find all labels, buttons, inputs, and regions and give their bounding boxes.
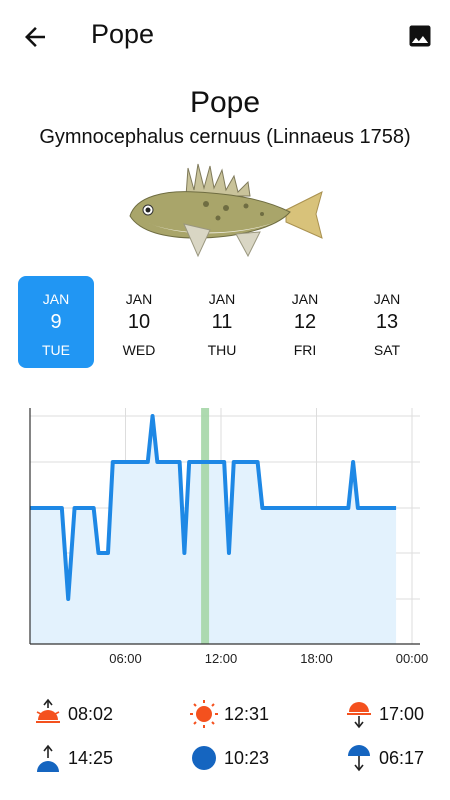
day-month: JAN [42, 291, 70, 307]
sun-icon [190, 700, 218, 728]
day-weekday: SAT [373, 342, 401, 358]
day-tab-4[interactable]: JAN 13 SAT [349, 276, 425, 368]
day-weekday: WED [122, 342, 156, 358]
day-tab-2[interactable]: JAN 11 THU [184, 276, 260, 368]
day-weekday: THU [207, 342, 237, 358]
day-tab-0[interactable]: JAN 9 TUE [18, 276, 94, 368]
day-tab-1[interactable]: JAN 10 WED [101, 276, 177, 368]
day-weekday: TUE [42, 342, 70, 358]
sunset-time: 17:00 [379, 704, 425, 724]
day-month: JAN [208, 291, 236, 307]
day-month: JAN [373, 291, 401, 307]
day-weekday: FRI [293, 342, 317, 358]
day-selector: JAN 9 TUE JAN 10 WED JAN 11 THU JAN 12 F… [18, 276, 432, 368]
image-icon[interactable] [406, 22, 434, 50]
day-month: JAN [291, 291, 319, 307]
activity-chart: 06:00 12:00 18:00 00:00 [29, 408, 429, 666]
moonrise-time: 14:25 [68, 748, 114, 768]
day-number: 9 [50, 311, 62, 333]
species-scientific-name: Gymnocephalus cernuus (Linnaeus 1758) [39, 126, 411, 148]
solar-noon-time: 12:31 [224, 704, 270, 724]
x-tick-label: 00:00 [396, 651, 429, 666]
x-tick-label: 12:00 [205, 651, 238, 666]
day-number: 10 [127, 311, 151, 333]
x-tick-label: 18:00 [300, 651, 333, 666]
arrow-back-icon[interactable] [20, 22, 50, 52]
current-time-marker [201, 408, 210, 644]
moon-icon [192, 746, 216, 770]
moonset-icon [348, 745, 370, 772]
species-name: Pope [189, 86, 261, 119]
sunrise-time: 08:02 [68, 704, 114, 724]
day-number: 12 [293, 311, 317, 333]
moonrise-icon [37, 744, 59, 772]
sun-times-row: 08:02 12:31 17:00 [0, 694, 450, 734]
sunset-icon [347, 702, 371, 729]
app-bar: Pope [0, 0, 450, 72]
day-tab-3[interactable]: JAN 12 FRI [267, 276, 343, 368]
fish-illustration [129, 163, 323, 258]
sunrise-icon [36, 698, 60, 723]
activity-area [30, 416, 397, 644]
moon-transit-time: 10:23 [224, 748, 270, 768]
day-month: JAN [125, 291, 153, 307]
day-number: 11 [211, 311, 233, 333]
page-title: Pope [91, 19, 155, 49]
day-number: 13 [375, 311, 399, 333]
x-tick-label: 06:00 [109, 651, 142, 666]
moonset-time: 06:17 [379, 748, 425, 768]
moon-times-row: 14:25 10:23 06:17 [0, 738, 450, 778]
